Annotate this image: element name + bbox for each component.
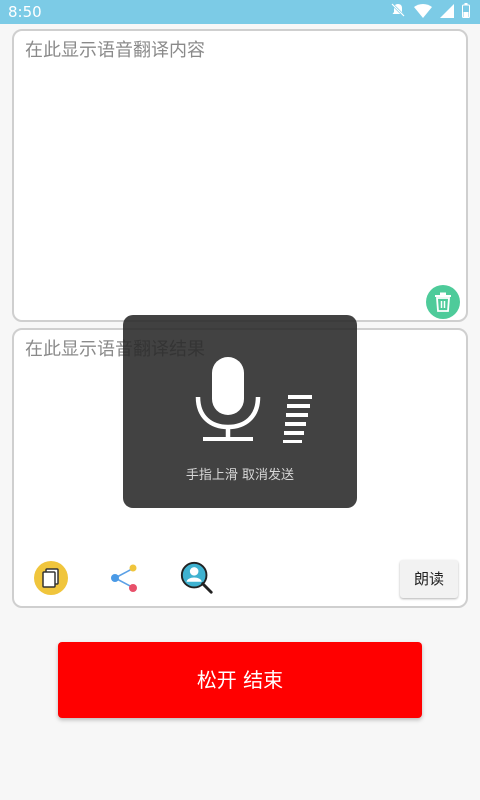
read-aloud-button[interactable]: 朗读 [400,560,458,598]
cancel-hint: 手指上滑 取消发送 [185,468,295,483]
copy-button[interactable] [33,560,69,596]
search-button[interactable] [179,560,215,596]
share-icon [111,564,137,592]
search-icon [180,561,213,594]
delete-button[interactable] [426,285,460,319]
notifications-off-icon [390,2,406,22]
status-time: 8:50 [8,3,42,21]
battery-icon [462,2,470,22]
recording-overlay: 手指上滑 取消发送 [123,315,357,508]
release-end-button[interactable]: 松开 结束 [58,642,422,718]
share-button[interactable] [106,560,142,596]
trash-icon [435,292,451,312]
copy-icon [34,561,68,595]
status-bar: 8:50 [0,0,480,24]
status-icons [390,2,470,22]
wifi-icon [414,3,432,22]
source-text-placeholder: 在此显示语音翻译内容 [25,40,205,61]
cell-signal-icon [440,3,454,22]
microphone-icon [195,357,312,443]
source-text-panel[interactable]: 在此显示语音翻译内容 [12,29,468,322]
